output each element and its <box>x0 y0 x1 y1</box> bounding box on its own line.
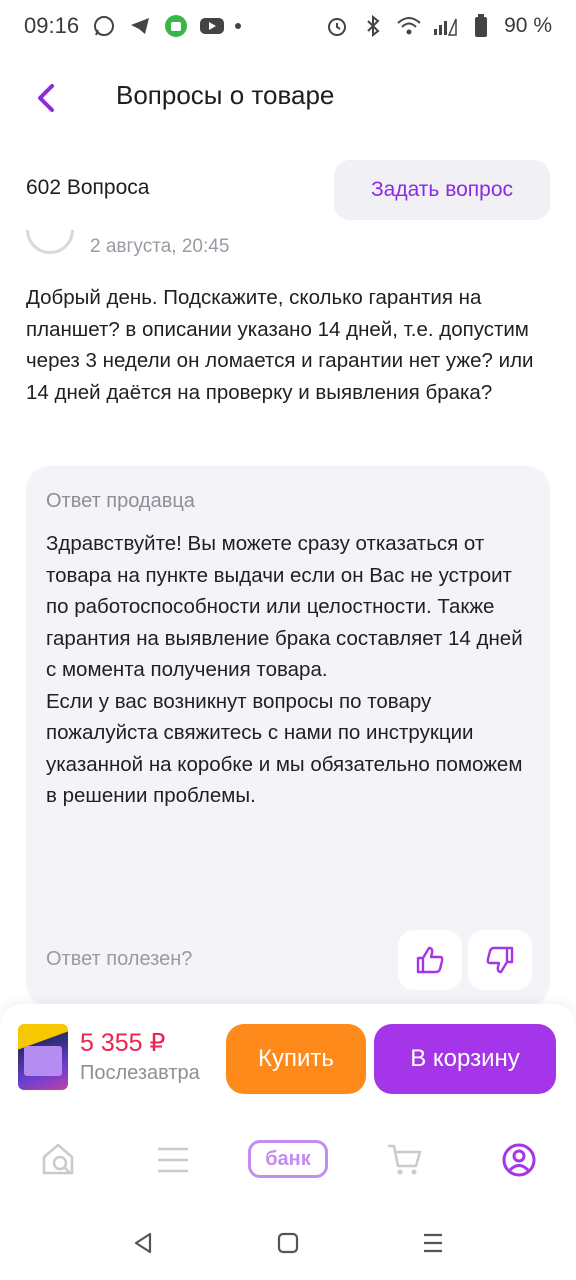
telegram-icon <box>127 13 153 39</box>
question-text: Добрый день. Подскажите, сколько гаранти… <box>26 286 534 404</box>
helpful-label: Ответ полезен? <box>46 948 193 970</box>
alarm-icon <box>324 13 350 39</box>
status-time: 09:16 <box>24 13 80 38</box>
delivery-date: Послезавтра <box>80 1062 200 1084</box>
purchase-bar: 5 355 ₽ Послезавтра Купить В корзину <box>0 1004 576 1114</box>
profile-icon <box>502 1143 536 1177</box>
tab-bank[interactable]: банк <box>248 1140 328 1178</box>
cart-icon <box>388 1144 422 1175</box>
triangle-back-icon <box>134 1232 152 1254</box>
product-price: 5 355 ₽ <box>80 1029 166 1057</box>
wifi-icon <box>396 13 422 39</box>
thumbs-up-button[interactable] <box>398 930 462 990</box>
bottom-tab-bar: банк <box>0 1114 576 1204</box>
nav-back-button[interactable] <box>128 1228 158 1258</box>
tab-catalog[interactable] <box>152 1140 194 1180</box>
add-to-cart-button[interactable]: В корзину <box>374 1024 556 1094</box>
notification-icons <box>91 13 242 39</box>
system-icons: 90 % <box>324 13 552 39</box>
square-home-icon <box>277 1232 299 1254</box>
thumbs-up-icon <box>416 946 444 974</box>
buy-now-button[interactable]: Купить <box>226 1024 366 1094</box>
youtube-icon <box>199 13 225 39</box>
thumbs-down-button[interactable] <box>468 930 532 990</box>
signal-icon <box>432 13 458 39</box>
page-title: Вопросы о товаре <box>116 80 335 110</box>
question-date: 2 августа, 20:45 <box>90 236 230 257</box>
tab-cart[interactable] <box>384 1140 426 1180</box>
answer-title: Ответ продавца <box>46 490 195 512</box>
seller-answer-card: Ответ продавца Здравствуйте! Вы можете с… <box>26 466 550 1006</box>
answer-text: Здравствуйте! Вы можете сразу отказаться… <box>46 532 523 807</box>
home-search-icon <box>42 1143 74 1175</box>
tab-profile[interactable] <box>498 1140 540 1180</box>
ask-question-button[interactable]: Задать вопрос <box>334 160 550 220</box>
whatsapp-icon <box>91 13 117 39</box>
app-header: Вопросы о товаре <box>0 68 576 128</box>
product-thumbnail[interactable] <box>18 1024 68 1090</box>
app-icon <box>163 13 189 39</box>
system-navigation-bar <box>0 1204 576 1280</box>
battery-icon <box>468 13 494 39</box>
nav-recents-button[interactable] <box>418 1228 448 1258</box>
chevron-left-icon <box>38 84 54 112</box>
back-button[interactable] <box>26 78 66 118</box>
questions-count: 602 Вопроса <box>26 176 150 199</box>
thumbs-down-icon <box>486 946 514 974</box>
status-bar: 09:16 90 % <box>0 0 576 52</box>
questions-summary: 602 Вопроса Задать вопрос <box>0 160 576 222</box>
recents-icon <box>424 1233 442 1253</box>
nav-home-button[interactable] <box>273 1228 303 1258</box>
tab-home[interactable] <box>38 1140 80 1180</box>
battery-percent: 90 % <box>504 14 552 37</box>
bluetooth-icon <box>360 13 386 39</box>
more-notifications-dot <box>235 23 242 29</box>
menu-icon <box>158 1147 188 1173</box>
